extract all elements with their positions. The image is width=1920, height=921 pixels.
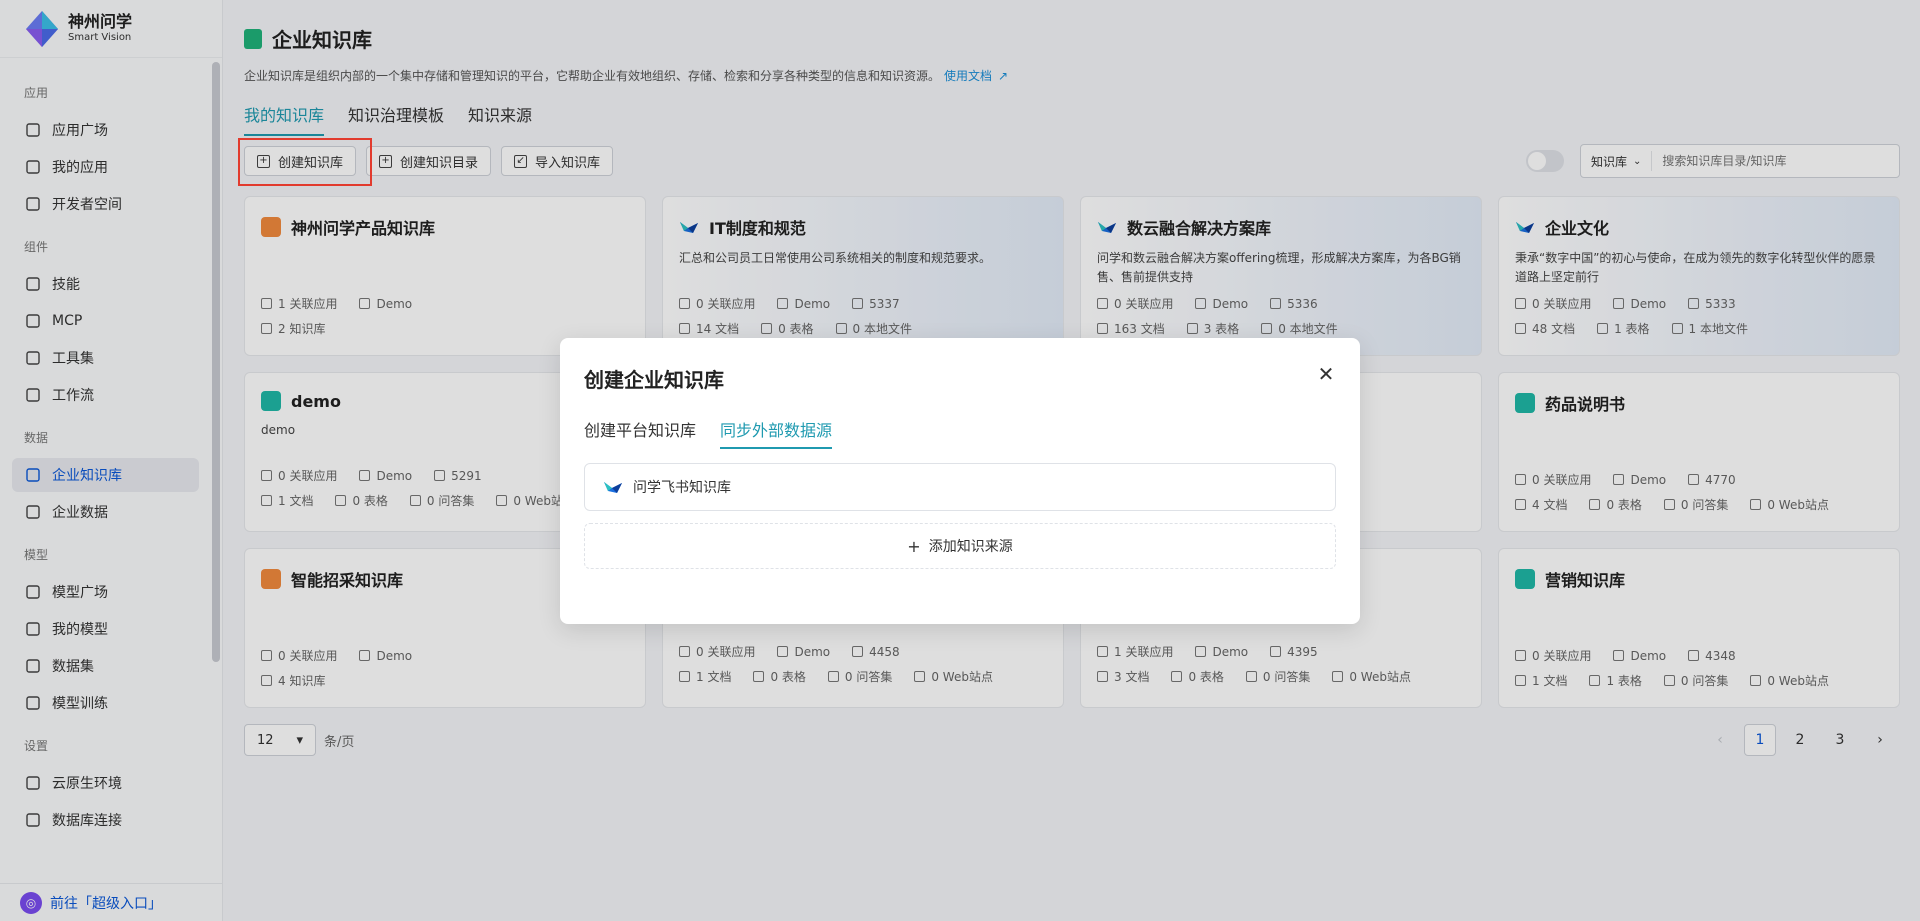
- tab-create-platform-kb[interactable]: 创建平台知识库: [584, 417, 696, 449]
- source-name: 问学飞书知识库: [633, 480, 731, 496]
- modal-title: 创建企业知识库: [584, 368, 724, 392]
- feishu-source-item[interactable]: 问学飞书知识库: [584, 463, 1336, 511]
- tab-sync-external-source[interactable]: 同步外部数据源: [720, 417, 833, 449]
- create-kb-modal: 创建企业知识库 ✕ 创建平台知识库 同步外部数据源 问学飞书知识库 + 添加知识…: [560, 338, 1360, 624]
- close-icon[interactable]: ✕: [1316, 362, 1336, 386]
- modal-tabs: 创建平台知识库 同步外部数据源: [584, 417, 1336, 449]
- plus-icon: +: [907, 536, 921, 556]
- add-source-button[interactable]: + 添加知识来源: [584, 523, 1336, 569]
- feishu-icon: [604, 482, 622, 493]
- highlight-box: [238, 138, 372, 186]
